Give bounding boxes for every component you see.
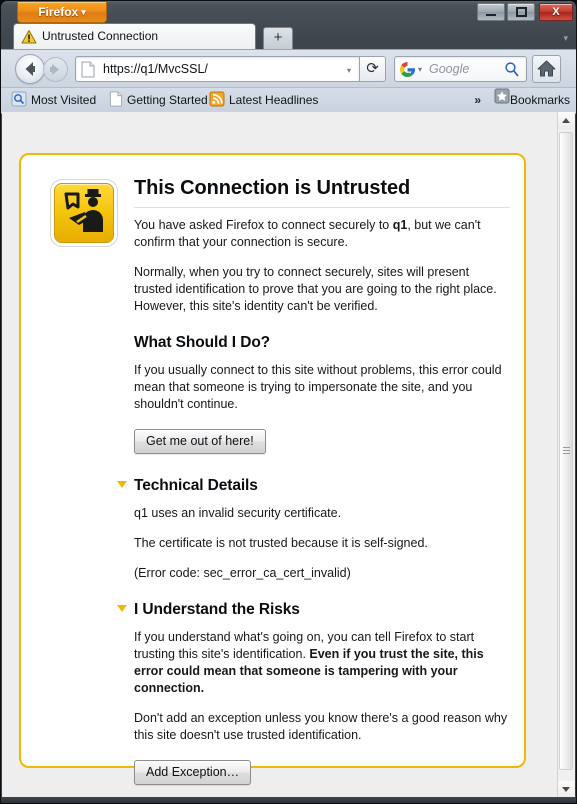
intro-before: You have asked Firefox to connect secure… <box>134 218 393 232</box>
what-should-i-do-heading: What Should I Do? <box>134 334 271 351</box>
technical-detail-line: q1 uses an invalid security certificate. <box>134 506 342 520</box>
title-bar: Firefox ▾ X <box>1 1 576 23</box>
rss-feed-icon <box>209 91 225 107</box>
untrusted-certificate-officer-icon <box>54 183 114 243</box>
tab-untrusted-connection[interactable]: Untrusted Connection <box>13 23 256 49</box>
close-button[interactable]: X <box>539 3 573 21</box>
page-content-area: This Connection is Untrusted You have as… <box>2 112 560 798</box>
back-button[interactable] <box>15 54 45 84</box>
tab-strip: Untrusted Connection + ▾ <box>1 23 576 49</box>
bookmarks-menu-label: Bookmarks <box>509 93 570 107</box>
caret-down-icon <box>562 787 570 792</box>
back-arrow-icon <box>25 62 35 76</box>
new-tab-button[interactable]: + <box>263 27 293 49</box>
get-me-out-of-here-button[interactable]: Get me out of here! <box>134 429 266 454</box>
firefox-menu-button[interactable]: Firefox ▾ <box>17 2 107 23</box>
add-exception-button[interactable]: Add Exception… <box>134 760 252 785</box>
navigation-toolbar: https://q1/MvcSSL/ ▾ ⟳ ▾ Google <box>1 49 576 88</box>
chevron-down-icon[interactable]: ▾ <box>418 65 422 74</box>
minimize-icon <box>486 14 496 16</box>
reload-icon: ⟳ <box>366 60 379 77</box>
intro-paragraph-2: Normally, when you try to connect secure… <box>134 265 497 313</box>
minimize-button[interactable] <box>477 3 505 21</box>
reload-button[interactable]: ⟳ <box>359 56 386 82</box>
warning-triangle-icon <box>21 30 37 44</box>
bookmark-label: Latest Headlines <box>229 93 319 107</box>
vertical-scrollbar[interactable] <box>557 112 575 798</box>
risks-paragraph-2: Don't add an exception unless you know t… <box>134 711 508 742</box>
technical-details-label: Technical Details <box>134 477 258 494</box>
page-icon <box>109 91 123 107</box>
tab-list-button[interactable]: ▾ <box>563 33 568 44</box>
scroll-down-button[interactable] <box>558 781 574 798</box>
home-icon <box>537 60 556 77</box>
untrusted-connection-error-page: This Connection is Untrusted You have as… <box>19 153 526 785</box>
home-button[interactable] <box>532 55 561 83</box>
star-icon <box>494 88 510 104</box>
risks-heading[interactable]: I Understand the Risks <box>117 601 510 619</box>
technical-details-section: Technical Details q1 uses an invalid sec… <box>117 477 510 582</box>
what-should-i-do-section: What Should I Do? If you usually connect… <box>134 334 510 458</box>
window-bottom-chrome <box>1 797 576 803</box>
url-bar[interactable]: https://q1/MvcSSL/ ▾ <box>75 56 359 82</box>
bookmark-most-visited[interactable]: Most Visited <box>11 88 96 113</box>
page-icon <box>81 61 95 78</box>
bookmark-getting-started[interactable]: Getting Started <box>109 88 208 113</box>
search-icon[interactable] <box>504 61 520 78</box>
maximize-button[interactable] <box>507 3 535 21</box>
error-text-body: This Connection is Untrusted You have as… <box>117 177 510 791</box>
scroll-up-button[interactable] <box>558 112 574 129</box>
risks-label: I Understand the Risks <box>134 601 300 618</box>
google-icon <box>400 62 416 78</box>
search-input[interactable]: Google <box>429 57 469 81</box>
triangle-down-icon[interactable] <box>117 481 127 488</box>
intro-paragraph-1: You have asked Firefox to connect secure… <box>134 217 510 251</box>
triangle-down-icon[interactable] <box>117 605 127 612</box>
chevron-down-icon: ▾ <box>563 33 568 43</box>
close-icon: X <box>552 6 560 18</box>
scrollbar-thumb[interactable] <box>559 132 573 770</box>
forward-arrow-icon <box>50 64 59 75</box>
url-text: https://q1/MvcSSL/ <box>103 62 208 76</box>
plus-icon: + <box>273 29 283 46</box>
page-title: This Connection is Untrusted <box>134 177 510 208</box>
bookmark-latest-headlines[interactable]: Latest Headlines <box>209 88 318 113</box>
technical-detail-line: The certificate is not trusted because i… <box>134 536 428 550</box>
search-bar[interactable]: ▾ Google <box>394 56 527 82</box>
technical-details-heading[interactable]: Technical Details <box>117 477 510 495</box>
bookmarks-overflow-button[interactable]: » <box>474 88 481 112</box>
tab-title: Untrusted Connection <box>42 29 159 43</box>
bookmarks-menu-button[interactable]: Bookmarks <box>494 88 570 112</box>
risks-paragraph-1: If you understand what's going on, you c… <box>134 629 510 697</box>
forward-button[interactable] <box>43 57 68 82</box>
scrollbar-grip-icon <box>563 447 570 455</box>
chevron-down-icon[interactable]: ▾ <box>347 66 351 75</box>
chevron-down-icon: ▾ <box>81 7 86 17</box>
technical-detail-error-code: (Error code: sec_error_ca_cert_invalid) <box>134 566 351 580</box>
firefox-browser-window: Firefox ▾ X Untrusted Connection + ▾ htt… <box>0 0 577 804</box>
caret-up-icon <box>562 118 570 123</box>
firefox-menu-label: Firefox <box>38 5 79 19</box>
maximize-icon <box>516 7 527 17</box>
i-understand-the-risks-section: I Understand the Risks If you understand… <box>117 601 510 789</box>
bookmarks-toolbar: Most Visited Getting Started Latest Head… <box>1 87 576 114</box>
bookmark-label: Most Visited <box>31 93 97 107</box>
host-name: q1 <box>392 218 408 232</box>
officer-inspecting-document-glyph <box>64 189 103 232</box>
most-visited-icon <box>11 91 27 107</box>
bookmark-label: Getting Started <box>127 93 208 107</box>
what-should-i-do-body: If you usually connect to this site with… <box>134 363 502 411</box>
